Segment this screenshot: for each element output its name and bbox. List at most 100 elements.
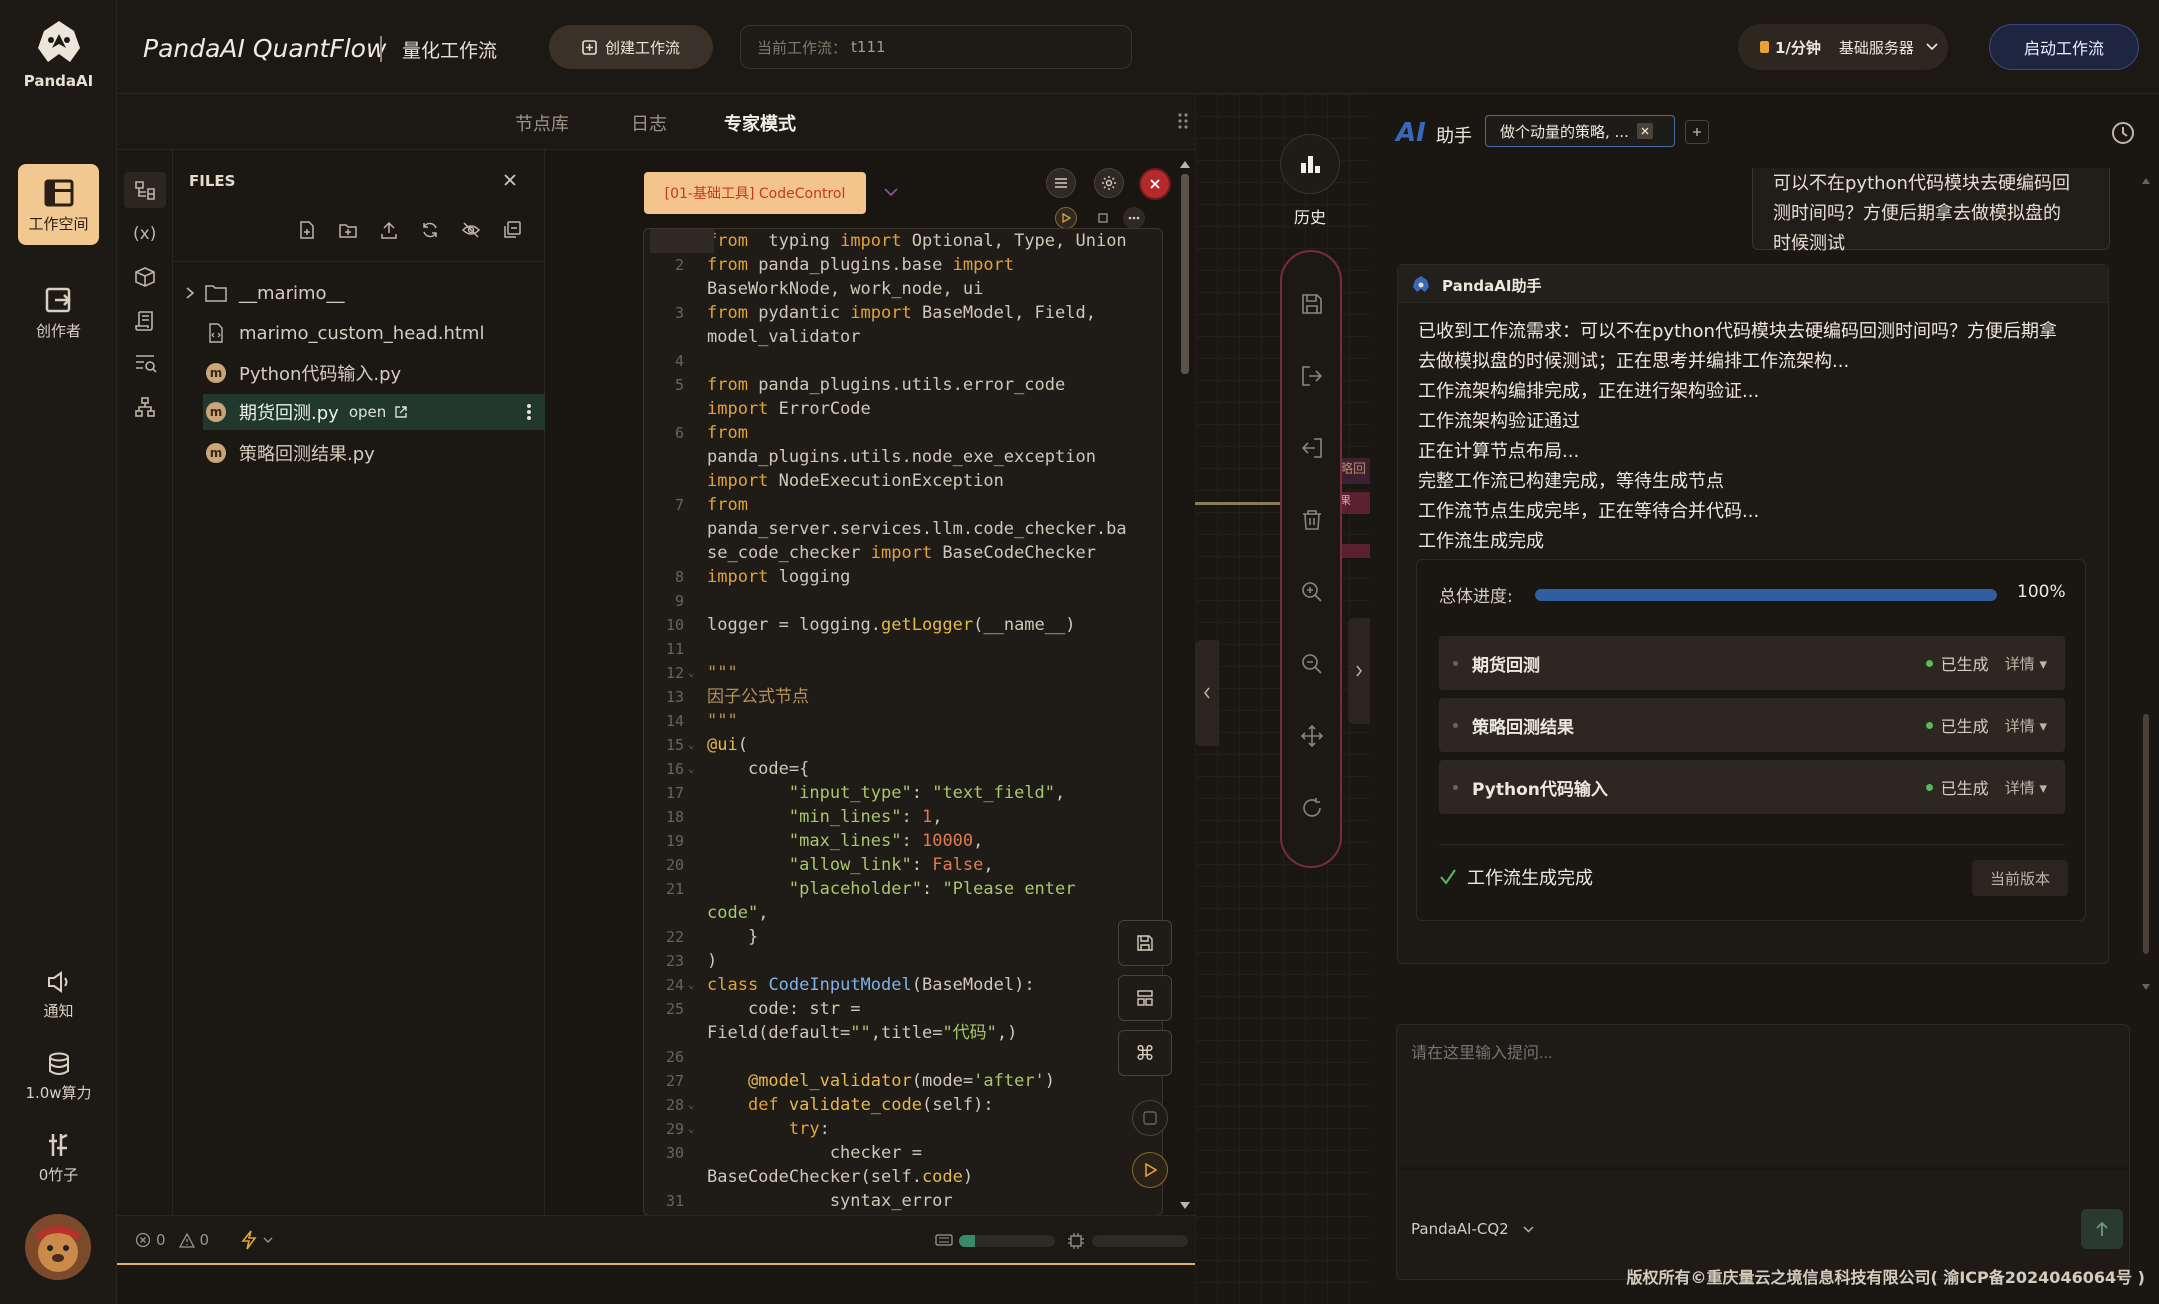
collapse-all-icon[interactable] <box>502 220 522 240</box>
tab-expert-mode[interactable]: 专家模式 <box>724 110 796 136</box>
export-icon[interactable] <box>1300 364 1324 388</box>
chat-messages[interactable]: 可以不在python代码模块去硬编码回 测时间吗？方便后期拿去做模拟盘的 时候测… <box>1370 168 2159 1068</box>
avatar[interactable] <box>25 1214 91 1280</box>
fold-chevron-icon[interactable]: ⌄ <box>688 757 695 781</box>
package-icon[interactable] <box>134 266 156 288</box>
details-toggle[interactable]: 详情 ▾ <box>2005 653 2047 674</box>
run-small-icon[interactable] <box>1055 207 1077 229</box>
fold-chevron-icon[interactable]: ⌄ <box>688 973 695 997</box>
variables-icon[interactable]: (x) <box>133 224 156 244</box>
canvas-node-partial[interactable]: 略回 <box>1338 458 1370 484</box>
fold-chevron-icon[interactable]: ⌄ <box>688 661 695 685</box>
tab-logs[interactable]: 日志 <box>631 110 667 136</box>
reset-icon[interactable] <box>1300 796 1324 820</box>
history-button[interactable] <box>1280 134 1340 194</box>
user-message: 可以不在python代码模块去硬编码回 测时间吗？方便后期拿去做模拟盘的 时候测… <box>1752 168 2110 254</box>
file-item-strategy-result[interactable]: m 策略回测结果.py <box>203 435 543 471</box>
server-select[interactable]: 1/分钟 基础服务器 <box>1738 24 1948 70</box>
collapse-left-toggle[interactable] <box>1195 640 1219 746</box>
rail-workspace-button[interactable]: 工作空间 <box>18 164 99 245</box>
stop-small-icon[interactable] <box>1092 207 1114 229</box>
file-item-html[interactable]: marimo_custom_head.html <box>203 315 543 351</box>
command-icon[interactable]: ⌘ <box>1118 1030 1172 1076</box>
node-tag[interactable]: [01-基础工具] CodeControl <box>644 172 866 214</box>
zoom-in-icon[interactable] <box>1300 580 1324 604</box>
progress-item-name: 策略回测结果 <box>1472 717 1574 738</box>
progress-item[interactable]: Python代码输入 已生成 详情 ▾ <box>1439 760 2065 814</box>
send-button[interactable] <box>2081 1209 2123 1249</box>
rail-creator-button[interactable]: 创作者 <box>0 286 117 341</box>
run-icon[interactable] <box>1132 1152 1168 1188</box>
move-icon[interactable] <box>1300 724 1324 748</box>
rail-compute-button[interactable]: 1.0w算力 <box>0 1052 117 1103</box>
new-file-icon[interactable] <box>297 220 317 240</box>
current-version-button[interactable]: 当前版本 <box>1972 860 2068 896</box>
rail-creator-label: 创作者 <box>35 322 81 340</box>
new-folder-icon[interactable] <box>338 220 358 240</box>
rail-workspace-label: 工作空间 <box>28 215 89 233</box>
save-icon[interactable] <box>1118 920 1172 966</box>
rail-bamboo-button[interactable]: 0竹子 <box>0 1132 117 1185</box>
lightning-menu[interactable] <box>241 1230 273 1250</box>
editor-scrollbar[interactable] <box>1178 154 1192 1214</box>
search-list-icon[interactable] <box>134 353 158 373</box>
file-item-futures-backtest[interactable]: m 期货回测.py open <box>203 394 545 430</box>
file-item-python-input[interactable]: m Python代码输入.py <box>203 355 543 391</box>
line-number: 23 <box>665 952 684 970</box>
rail-notify-button[interactable]: 通知 <box>0 970 117 1021</box>
workspace-icon <box>44 179 74 207</box>
file-name: Python代码输入.py <box>239 364 402 385</box>
fold-chevron-icon[interactable]: ⌄ <box>688 733 695 757</box>
file-tree-icon[interactable] <box>124 172 166 208</box>
refresh-icon[interactable] <box>420 220 440 240</box>
more-horizontal-icon[interactable] <box>1123 207 1145 229</box>
code-text: "input_type": "text_field", <box>788 783 1066 803</box>
close-tab-icon[interactable] <box>1636 123 1653 139</box>
create-workflow-button[interactable]: 创建工作流 <box>549 25 713 69</box>
code-text: panda_server.services.llm.code_checker.b… <box>707 519 1127 539</box>
stop-icon[interactable] <box>1132 1100 1168 1136</box>
chevron-down-icon[interactable] <box>884 188 898 197</box>
chat-input[interactable] <box>1411 1039 2111 1159</box>
menu-icon[interactable] <box>1046 168 1076 198</box>
tab-node-library[interactable]: 节点库 <box>515 110 569 136</box>
code-text: from <box>707 495 748 515</box>
drag-handle-icon[interactable] <box>1178 112 1188 130</box>
checkmark-icon <box>1439 868 1457 886</box>
panda-logo-icon[interactable] <box>34 18 84 68</box>
code-text: checker = <box>707 1143 922 1163</box>
close-cell-icon[interactable] <box>1139 168 1171 200</box>
current-workflow-field[interactable]: 当前工作流： t111 <box>740 25 1132 69</box>
save-icon[interactable] <box>1300 292 1324 316</box>
details-toggle[interactable]: 详情 ▾ <box>2005 777 2047 798</box>
progress-item[interactable]: 策略回测结果 已生成 详情 ▾ <box>1439 698 2065 752</box>
progress-item[interactable]: 期货回测 已生成 详情 ▾ <box>1439 636 2065 690</box>
chat-scrollbar[interactable] <box>2140 174 2152 994</box>
network-icon[interactable] <box>134 396 156 418</box>
eye-off-icon[interactable] <box>461 220 481 240</box>
scroll-icon[interactable] <box>134 310 156 332</box>
fold-chevron-icon[interactable]: ⌄ <box>688 1093 695 1117</box>
trash-icon[interactable] <box>1300 508 1324 532</box>
history-clock-icon[interactable] <box>2110 120 2136 146</box>
start-workflow-button[interactable]: 启动工作流 <box>1989 24 2139 70</box>
collapse-right-toggle[interactable] <box>1348 618 1370 724</box>
line-number: 12 <box>665 664 684 682</box>
upload-icon[interactable] <box>379 220 399 240</box>
logo-text: PandaAI <box>23 72 94 90</box>
layout-icon[interactable] <box>1118 975 1172 1021</box>
new-session-icon[interactable] <box>1685 120 1709 144</box>
fold-chevron-icon[interactable]: ⌄ <box>688 1117 695 1141</box>
model-select[interactable]: PandaAI-CQ2 <box>1397 1209 1555 1249</box>
code-editor[interactable]: 1from typing import Optional, Type, Unio… <box>643 228 1163 1216</box>
import-icon[interactable] <box>1300 436 1324 460</box>
session-tab[interactable]: 做个动量的策略, ... <box>1485 115 1675 147</box>
more-vertical-icon[interactable] <box>527 403 531 421</box>
details-toggle[interactable]: 详情 ▾ <box>2005 715 2047 736</box>
external-link-icon[interactable] <box>394 405 408 419</box>
file-item-folder[interactable]: __marimo__ <box>185 275 525 311</box>
error-count[interactable]: 0 0 <box>135 1231 209 1249</box>
close-icon[interactable] <box>503 173 517 187</box>
settings-icon[interactable] <box>1094 168 1124 198</box>
zoom-out-icon[interactable] <box>1300 652 1324 676</box>
